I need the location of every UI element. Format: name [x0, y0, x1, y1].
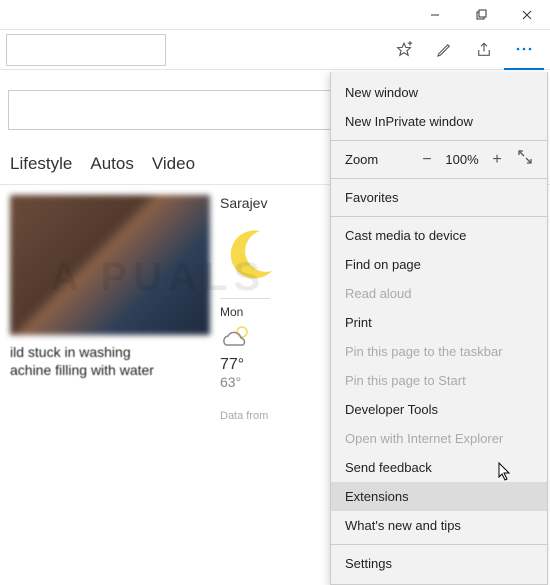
menu-settings[interactable]: Settings: [331, 549, 547, 578]
news-card[interactable]: ild stuck in washing achine filling with…: [10, 195, 210, 422]
menu-open-ie: Open with Internet Explorer: [331, 424, 547, 453]
tab-video[interactable]: Video: [152, 154, 195, 174]
menu-find[interactable]: Find on page: [331, 250, 547, 279]
close-button[interactable]: [504, 0, 550, 30]
tab-lifestyle[interactable]: Lifestyle: [10, 154, 72, 174]
menu-read-aloud: Read aloud: [331, 279, 547, 308]
data-from-label: Data from: [220, 410, 280, 422]
add-favorite-icon[interactable]: [384, 30, 424, 70]
cloud-sun-icon: [220, 323, 254, 349]
cursor-icon: [498, 462, 512, 482]
news-thumbnail: [10, 195, 210, 335]
window-titlebar: [0, 0, 550, 30]
menu-zoom-row: Zoom − 100% +: [331, 145, 547, 174]
share-icon[interactable]: [464, 30, 504, 70]
news-headline: ild stuck in washing achine filling with…: [10, 343, 210, 379]
menu-new-window[interactable]: New window: [331, 78, 547, 107]
weather-day: Mon: [220, 305, 280, 319]
zoom-label: Zoom: [345, 152, 411, 167]
more-menu: New window New InPrivate window Zoom − 1…: [330, 72, 548, 585]
web-note-icon[interactable]: [424, 30, 464, 70]
more-menu-button[interactable]: [504, 30, 544, 70]
menu-dev-tools[interactable]: Developer Tools: [331, 395, 547, 424]
address-bar[interactable]: [6, 34, 166, 66]
maximize-button[interactable]: [458, 0, 504, 30]
weather-card[interactable]: Sarajev Mon 77° 63° Data from: [220, 195, 280, 422]
weather-city: Sarajev: [220, 195, 280, 211]
menu-favorites[interactable]: Favorites: [331, 183, 547, 212]
menu-cast[interactable]: Cast media to device: [331, 221, 547, 250]
menu-print[interactable]: Print: [331, 308, 547, 337]
zoom-value: 100%: [443, 152, 481, 167]
address-input[interactable]: [6, 34, 166, 66]
menu-feedback[interactable]: Send feedback: [331, 453, 547, 482]
menu-pin-start: Pin this page to Start: [331, 366, 547, 395]
menu-new-inprivate[interactable]: New InPrivate window: [331, 107, 547, 136]
moon-icon: [220, 223, 280, 283]
menu-pin-taskbar: Pin this page to the taskbar: [331, 337, 547, 366]
browser-toolbar: [0, 30, 550, 70]
zoom-in-button[interactable]: +: [485, 151, 509, 169]
temp-low: 63°: [220, 374, 280, 390]
fullscreen-button[interactable]: [513, 150, 537, 169]
menu-extensions[interactable]: Extensions: [331, 482, 547, 511]
zoom-out-button[interactable]: −: [415, 151, 439, 169]
temp-high: 77°: [220, 356, 280, 374]
minimize-button[interactable]: [412, 0, 458, 30]
tab-autos[interactable]: Autos: [90, 154, 133, 174]
